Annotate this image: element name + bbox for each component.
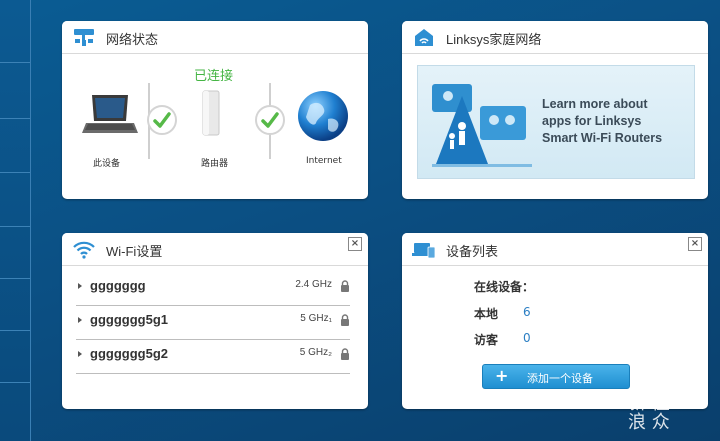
connection-status-label: 已连接 bbox=[194, 69, 234, 84]
network-status-card: 网络状态 已连接 此设备 路由器 Internet bbox=[62, 21, 368, 199]
promo-line: apps for Linksys bbox=[542, 114, 642, 128]
family-apps-illustration bbox=[432, 84, 532, 167]
nav-divider bbox=[0, 330, 30, 331]
card-title: Linksys家庭网络 bbox=[446, 32, 542, 47]
wifi-ssid: ggggggg5g2 bbox=[90, 346, 168, 361]
wifi-network-row[interactable]: ggggggg5g1 5 GHz₁ bbox=[76, 305, 350, 340]
add-device-label: 添加一个设备 bbox=[527, 372, 593, 385]
globe-icon[interactable] bbox=[296, 89, 350, 143]
nav-divider bbox=[0, 226, 30, 227]
this-device-label: 此设备 bbox=[93, 159, 121, 169]
router-icon[interactable] bbox=[200, 89, 222, 137]
card-title: 网络状态 bbox=[106, 32, 159, 47]
expand-arrow-icon[interactable] bbox=[78, 317, 82, 323]
checkmark-icon bbox=[261, 112, 279, 128]
nav-divider bbox=[0, 382, 30, 383]
card-header: Wi-Fi设置 × bbox=[62, 233, 368, 266]
online-devices-label: 在线设备： bbox=[474, 280, 535, 294]
site-watermark: 新 值 浪 众 bbox=[628, 394, 670, 432]
laptop-icon[interactable] bbox=[82, 93, 138, 137]
left-nav-strip[interactable] bbox=[0, 0, 31, 441]
router-label: 路由器 bbox=[201, 159, 229, 169]
local-devices-label: 本地 bbox=[474, 307, 499, 321]
promo-line: Learn more about bbox=[542, 97, 648, 111]
wifi-band: 5 GHz₁ bbox=[300, 313, 332, 324]
watermark-line: 新 值 bbox=[628, 393, 670, 414]
linksys-family-card: Linksys家庭网络 Learn more about apps for Li… bbox=[402, 21, 708, 199]
wifi-ssid: ggggggg5g1 bbox=[90, 312, 168, 327]
wifi-network-row[interactable]: ggggggg5g2 5 GHz₂ bbox=[76, 339, 350, 374]
guest-devices-count[interactable]: 0 bbox=[523, 331, 531, 345]
plus-icon: + bbox=[495, 366, 509, 385]
expand-arrow-icon[interactable] bbox=[78, 351, 82, 357]
nav-divider bbox=[0, 118, 30, 119]
add-device-button[interactable]: + 添加一个设备 bbox=[482, 364, 630, 389]
lock-icon bbox=[341, 314, 349, 326]
status-check-circle bbox=[255, 105, 285, 135]
device-list-icon bbox=[412, 243, 436, 259]
card-title: Wi-Fi设置 bbox=[106, 244, 163, 259]
device-list-card: 设备列表 × 在线设备： 本地 6 访客 0 + 添加一个设备 bbox=[402, 233, 708, 409]
guest-devices-label: 访客 bbox=[474, 333, 499, 347]
watermark-line: 浪 众 bbox=[628, 412, 670, 433]
close-icon[interactable]: × bbox=[688, 237, 702, 251]
lock-icon bbox=[341, 280, 349, 292]
wifi-network-row[interactable]: ggggggg 2.4 GHz bbox=[76, 271, 350, 306]
lock-icon bbox=[341, 348, 349, 360]
card-header: 网络状态 bbox=[62, 21, 368, 54]
nav-divider bbox=[0, 62, 30, 63]
card-header: Linksys家庭网络 bbox=[402, 21, 708, 54]
card-header: 设备列表 × bbox=[402, 233, 708, 266]
wifi-ssid: ggggggg bbox=[90, 278, 146, 293]
nav-divider bbox=[0, 278, 30, 279]
promo-line: Smart Wi-Fi Routers bbox=[542, 131, 663, 145]
nav-divider bbox=[0, 172, 30, 173]
internet-label: Internet bbox=[306, 156, 342, 166]
expand-arrow-icon[interactable] bbox=[78, 283, 82, 289]
home-network-icon bbox=[415, 29, 433, 46]
status-check-circle bbox=[147, 105, 177, 135]
wifi-settings-card: Wi-Fi设置 × ggggggg 2.4 GHz ggggggg5g1 5 G… bbox=[62, 233, 368, 409]
wifi-band: 2.4 GHz bbox=[295, 279, 332, 290]
wifi-icon bbox=[73, 241, 95, 259]
promo-text: Learn more about apps for Linksys Smart … bbox=[542, 96, 692, 147]
checkmark-icon bbox=[153, 112, 171, 128]
close-icon[interactable]: × bbox=[348, 237, 362, 251]
card-title: 设备列表 bbox=[446, 244, 499, 259]
network-map-icon bbox=[74, 29, 94, 46]
apps-promo-banner[interactable]: Learn more about apps for Linksys Smart … bbox=[417, 65, 695, 179]
wifi-band: 5 GHz₂ bbox=[299, 347, 332, 358]
local-devices-count[interactable]: 6 bbox=[523, 305, 531, 319]
